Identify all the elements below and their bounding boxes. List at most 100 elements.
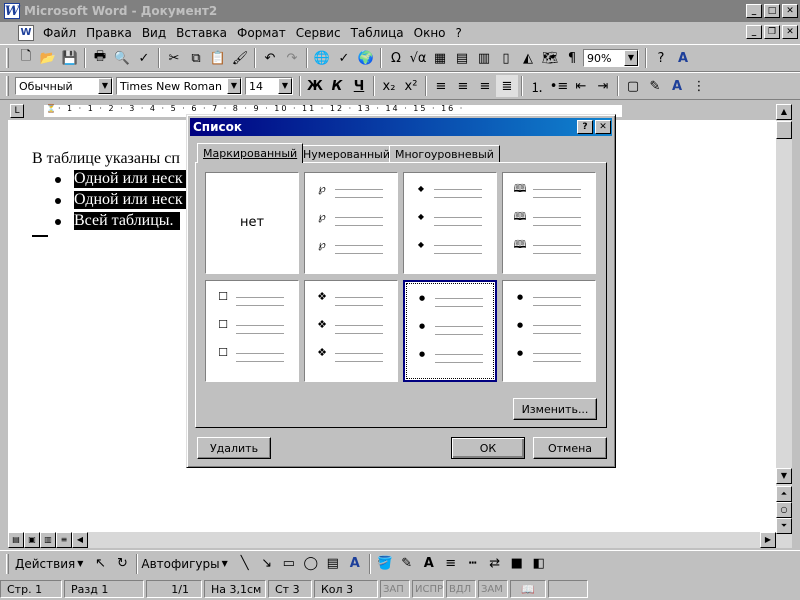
highlight-icon[interactable]: ✎ xyxy=(644,75,666,97)
autoshapes-menu[interactable]: Автофигуры xyxy=(141,557,219,571)
hyperlink-icon[interactable]: 🌐 xyxy=(311,47,333,69)
status-ext[interactable]: ВДЛ xyxy=(446,580,476,598)
numbering-icon[interactable]: ⒈ xyxy=(526,75,548,97)
tab-numbered[interactable]: Нумерованный xyxy=(297,145,397,163)
fill-color-icon[interactable]: 🪣 xyxy=(374,553,396,575)
horizontal-scrollbar[interactable]: ▤ ▣ ▥ ≡ ◀ ▶ xyxy=(8,532,776,548)
doc-close-button[interactable]: ✕ xyxy=(782,25,798,39)
undo-icon[interactable]: ↶ xyxy=(259,47,281,69)
menu-window[interactable]: Окно xyxy=(409,26,451,40)
print-icon[interactable]: 🖶 xyxy=(89,47,111,69)
decrease-indent-icon[interactable]: ⇤ xyxy=(570,75,592,97)
print-layout-icon[interactable]: ▥ xyxy=(40,532,56,548)
actions-menu[interactable]: Действия xyxy=(15,557,75,571)
increase-indent-icon[interactable]: ⇥ xyxy=(592,75,614,97)
menu-table[interactable]: Таблица xyxy=(346,26,409,40)
line-style-icon[interactable]: ≡ xyxy=(440,553,462,575)
insert-excel-icon[interactable]: ▥ xyxy=(473,47,495,69)
document-map-icon[interactable]: 🗺 xyxy=(539,47,561,69)
drawing-icon[interactable]: ◭ xyxy=(517,47,539,69)
chevron-down-icon[interactable]: ▼ xyxy=(624,50,638,66)
maximize-button[interactable]: □ xyxy=(764,4,780,18)
save-icon[interactable]: 💾 xyxy=(59,47,81,69)
cut-icon[interactable]: ✂ xyxy=(163,47,185,69)
menu-file[interactable]: Файл xyxy=(38,26,81,40)
bullet-style-none[interactable]: нет xyxy=(205,172,299,274)
redo-icon[interactable]: ↷ xyxy=(281,47,303,69)
normal-view-icon[interactable]: ▤ xyxy=(8,532,24,548)
web-layout-icon[interactable]: ▣ xyxy=(24,532,40,548)
chevron-down-icon[interactable]: ▼ xyxy=(227,78,241,94)
cancel-button[interactable]: Отмена xyxy=(533,437,607,459)
spelling-status-icon[interactable]: 📖 xyxy=(510,580,546,598)
document-icon[interactable]: W xyxy=(18,25,34,41)
new-document-icon[interactable]: 🗋 xyxy=(15,47,37,69)
bullet-style-four-diamond[interactable]: ❖ ❖ ❖ xyxy=(304,280,398,382)
menu-insert[interactable]: Вставка xyxy=(171,26,232,40)
tab-selector[interactable]: L xyxy=(10,104,24,118)
modify-button[interactable]: Изменить... xyxy=(513,398,597,420)
menu-tools[interactable]: Сервис xyxy=(291,26,346,40)
menu-format[interactable]: Формат xyxy=(232,26,291,40)
bullet-style-book[interactable]: 🕮 🕮 🕮 xyxy=(502,172,596,274)
chevron-down-icon[interactable]: ▼ xyxy=(98,78,112,94)
menu-view[interactable]: Вид xyxy=(137,26,171,40)
3d-icon[interactable]: ◧ xyxy=(528,553,550,575)
status-trk[interactable]: ИСПР xyxy=(412,580,444,598)
rectangle-icon[interactable]: ▭ xyxy=(278,553,300,575)
style-select[interactable]: Обычный ▼ xyxy=(15,77,113,95)
menu-help[interactable]: ? xyxy=(451,26,467,40)
insert-table-icon[interactable]: ▤ xyxy=(451,47,473,69)
open-icon[interactable]: 📂 xyxy=(37,47,59,69)
bullet-style-swirl[interactable]: ℘ ℘ ℘ xyxy=(304,172,398,274)
columns-icon[interactable]: ▯ xyxy=(495,47,517,69)
show-formatting-icon[interactable]: ¶ xyxy=(561,47,583,69)
select-objects-icon[interactable]: ↖ xyxy=(89,553,111,575)
tab-bulleted[interactable]: Маркированный xyxy=(197,143,304,163)
copy-icon[interactable]: ⧉ xyxy=(185,47,207,69)
scroll-thumb[interactable] xyxy=(776,121,792,139)
tab-multilevel[interactable]: Многоуровневый xyxy=(389,145,500,163)
oval-icon[interactable]: ◯ xyxy=(300,553,322,575)
bullet-style-dot-selected[interactable]: ● ● ● xyxy=(403,280,497,382)
bold-button[interactable]: Ж xyxy=(304,75,326,97)
free-rotate-icon[interactable]: ↻ xyxy=(111,553,133,575)
prev-page-icon[interactable]: ⏶ xyxy=(776,486,792,502)
select-browse-object-icon[interactable]: ○ xyxy=(776,502,792,518)
vertical-scrollbar[interactable]: ▲ ▼ ⏶ ○ ⏷ xyxy=(776,104,792,548)
bullets-icon[interactable]: •≡ xyxy=(548,75,570,97)
italic-button[interactable]: К xyxy=(326,75,348,97)
print-preview-icon[interactable]: 🔍 xyxy=(111,47,133,69)
format-painter-icon[interactable]: 🖌 xyxy=(229,47,251,69)
doc-minimize-button[interactable]: _ xyxy=(746,25,762,39)
arrow-style-icon[interactable]: ⇄ xyxy=(484,553,506,575)
scroll-right-icon[interactable]: ▶ xyxy=(760,532,776,548)
bullet-style-dot[interactable]: ● ● ● xyxy=(502,280,596,382)
font-select[interactable]: Times New Roman ▼ xyxy=(116,77,242,95)
font-size-select[interactable]: 14 ▼ xyxy=(245,77,293,95)
more-buttons-icon[interactable]: ⋮ xyxy=(688,75,710,97)
bullet-style-square[interactable]: ☐ ☐ ☐ xyxy=(205,280,299,382)
help-button[interactable]: ? xyxy=(577,120,593,134)
align-center-icon[interactable]: ≡ xyxy=(452,75,474,97)
equation-icon[interactable]: √α xyxy=(407,47,429,69)
line-icon[interactable]: ╲ xyxy=(234,553,256,575)
close-window-button[interactable]: ✕ xyxy=(782,4,798,18)
scroll-left-icon[interactable]: ◀ xyxy=(72,532,88,548)
justify-icon[interactable]: ≣ xyxy=(496,75,518,97)
align-left-icon[interactable]: ≡ xyxy=(430,75,452,97)
arrow-icon[interactable]: ↘ xyxy=(256,553,278,575)
scroll-down-icon[interactable]: ▼ xyxy=(776,468,792,484)
delete-button[interactable]: Удалить xyxy=(197,437,271,459)
dash-style-icon[interactable]: ┅ xyxy=(462,553,484,575)
superscript-icon[interactable]: x² xyxy=(400,75,422,97)
scroll-up-icon[interactable]: ▲ xyxy=(776,104,792,120)
menu-edit[interactable]: Правка xyxy=(81,26,137,40)
office-assistant-icon[interactable]: ? xyxy=(650,47,672,69)
web-toolbar-icon[interactable]: ✓ xyxy=(333,47,355,69)
dialog-close-button[interactable]: ✕ xyxy=(595,120,611,134)
shadow-icon[interactable]: ■ xyxy=(506,553,528,575)
underline-button[interactable]: Ч xyxy=(348,75,370,97)
font-color-a-icon[interactable]: A xyxy=(672,47,694,69)
spelling-icon[interactable]: ✓ xyxy=(133,47,155,69)
